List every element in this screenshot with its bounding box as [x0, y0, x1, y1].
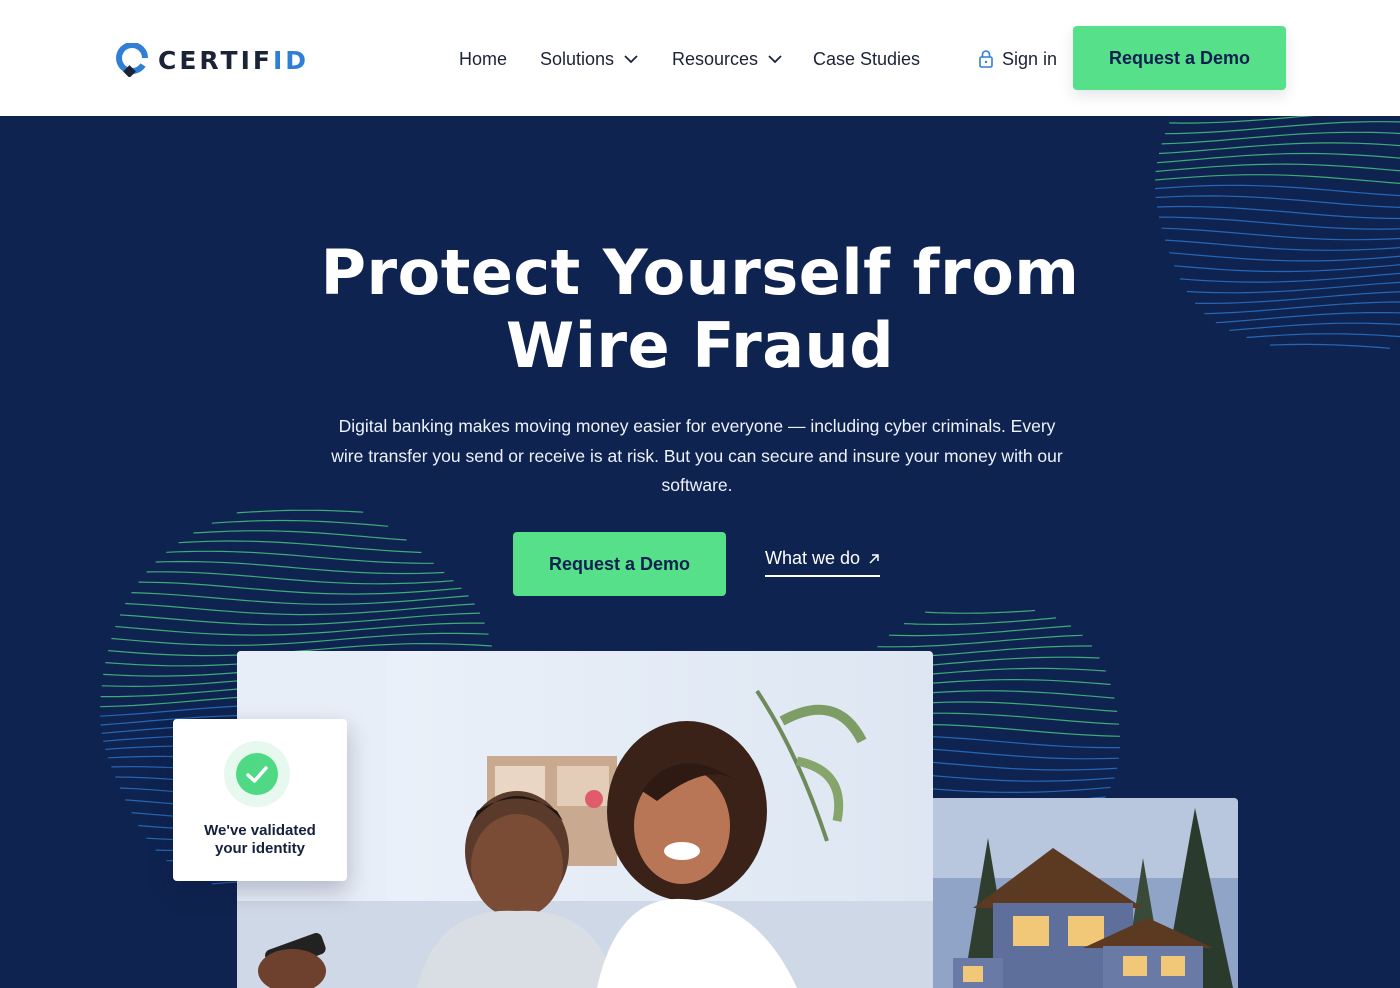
- lock-icon: [979, 50, 993, 68]
- site-header: CERTIFID Home Solutions Resources Case S…: [0, 0, 1400, 116]
- wave-line: [131, 592, 469, 605]
- hero-photo-house: [933, 798, 1238, 988]
- wave-line: [125, 602, 475, 616]
- wave-line: [1156, 205, 1400, 220]
- wave-line: [211, 519, 389, 527]
- wave-line: [1156, 152, 1400, 164]
- what-we-do-link[interactable]: What we do: [765, 548, 881, 577]
- sign-in-link[interactable]: Sign in: [978, 44, 1057, 74]
- wave-line: [1155, 163, 1400, 173]
- request-demo-header-button[interactable]: Request a Demo: [1073, 26, 1286, 90]
- wave-line: [1158, 216, 1400, 230]
- identity-validated-card: We've validated your identity: [173, 719, 347, 881]
- hero-section: Protect Yourself from Wire Fraud Digital…: [0, 116, 1400, 988]
- certifid-logo-icon: [116, 42, 148, 78]
- what-we-do-label: What we do: [765, 548, 861, 568]
- nav-label: Home: [459, 48, 508, 69]
- sign-in-label: Sign in: [1002, 48, 1058, 69]
- nav-label: Solutions: [540, 48, 615, 69]
- nav-label: Resources: [672, 48, 759, 69]
- checkmark-icon: [236, 753, 278, 795]
- wave-line: [1169, 252, 1400, 262]
- main-nav: Home Solutions Resources Case Studies: [459, 44, 920, 74]
- certifid-logo[interactable]: CERTIFID: [116, 42, 309, 78]
- wave-line: [138, 581, 462, 595]
- wave-line: [1229, 322, 1400, 331]
- wave-line: [1174, 264, 1400, 273]
- wave-line: [1155, 184, 1400, 197]
- arrow-up-right-icon: [869, 553, 879, 564]
- check-badge: [224, 741, 290, 807]
- nav-item-case-studies[interactable]: Case Studies: [813, 44, 920, 74]
- hero-title-line2: Wire Fraud: [505, 309, 895, 382]
- wave-line: [1164, 239, 1400, 251]
- chevron-down-icon: [768, 55, 782, 64]
- wave-line: [1246, 333, 1400, 339]
- nav-label: Case Studies: [813, 48, 921, 69]
- nav-item-solutions[interactable]: Solutions: [540, 44, 672, 74]
- wave-line: [1161, 131, 1400, 145]
- wave-line: [236, 509, 364, 514]
- request-demo-hero-button[interactable]: Request a Demo: [513, 532, 726, 596]
- wave-line: [1155, 174, 1400, 184]
- wave-line: [1186, 281, 1400, 294]
- hero-title: Protect Yourself from Wire Fraud: [200, 236, 1200, 382]
- wave-line: [1158, 142, 1400, 155]
- chevron-down-icon: [624, 55, 638, 64]
- validated-line1: We've validated: [204, 822, 316, 839]
- wave-line: [925, 609, 1035, 614]
- wave-line: [1215, 312, 1400, 324]
- wave-line: [193, 530, 407, 541]
- logo-wordmark: CERTIFID: [158, 45, 310, 75]
- wave-line: [1204, 301, 1400, 315]
- validated-line2: your identity: [214, 840, 305, 857]
- identity-validated-text: We've validated your identity: [183, 822, 337, 858]
- hero-title-line1: Protect Yourself from: [320, 236, 1080, 309]
- hero-subtitle: Digital banking makes moving money easie…: [331, 416, 1063, 495]
- nav-item-home[interactable]: Home: [459, 44, 540, 74]
- wave-line: [1269, 343, 1391, 349]
- wave-line: [877, 634, 1083, 648]
- wave-line: [903, 617, 1057, 625]
- wave-line: [888, 625, 1072, 637]
- nav-item-resources[interactable]: Resources: [672, 44, 813, 74]
